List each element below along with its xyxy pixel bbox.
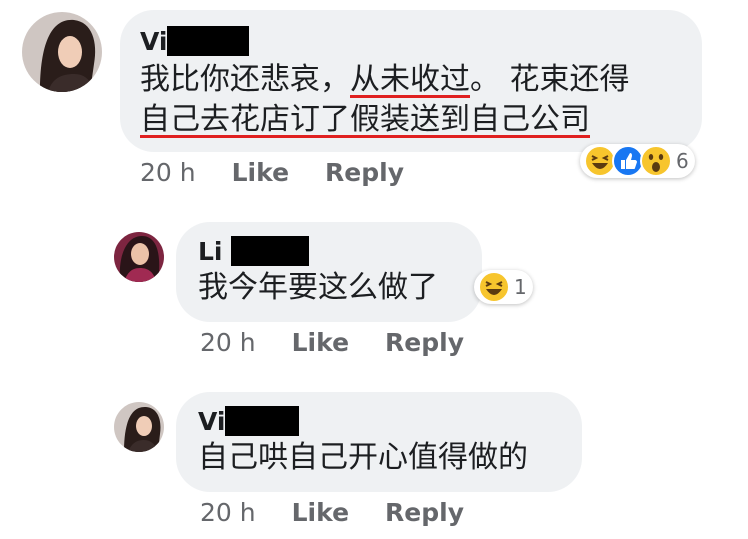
comment-text: 我比你还悲哀，从未收过。 花束还得	[140, 60, 630, 100]
avatar[interactable]	[22, 12, 102, 92]
comment-author[interactable]: Vi	[198, 406, 300, 436]
timestamp[interactable]: 20 h	[200, 328, 256, 357]
like-button[interactable]: Like	[232, 158, 289, 187]
author-name[interactable]: Vi	[140, 27, 167, 56]
wow-icon	[640, 145, 672, 177]
reaction-summary[interactable]: 1	[474, 270, 533, 304]
like-button[interactable]: Like	[292, 498, 349, 527]
comment-text-line2: 自己去花店订了假装送到自己公司	[140, 102, 590, 137]
comment-text-part: 我比你还悲哀，	[140, 62, 350, 97]
reaction-count: 6	[676, 149, 689, 173]
avatar[interactable]	[114, 232, 164, 282]
comment-author[interactable]: Vi	[140, 26, 250, 56]
comment-author[interactable]: Li	[198, 236, 309, 266]
reply-button[interactable]: Reply	[385, 498, 464, 527]
timestamp[interactable]: 20 h	[200, 498, 256, 527]
reply-button[interactable]: Reply	[325, 158, 404, 187]
reply-button[interactable]: Reply	[385, 328, 464, 357]
avatar[interactable]	[114, 402, 164, 452]
comment-text-part: 。 花束还得	[470, 62, 630, 97]
underlined-text: 从未收过	[350, 62, 470, 97]
comment-actions: 20 h Like Reply	[200, 328, 464, 357]
like-button[interactable]: Like	[292, 328, 349, 357]
timestamp[interactable]: 20 h	[140, 158, 196, 187]
redaction-block	[230, 236, 309, 266]
redaction-block	[225, 406, 300, 436]
author-name[interactable]: Vi	[198, 407, 225, 436]
comment-thread: Vi 我比你还悲哀，从未收过。 花束还得 自己去花店订了假装送到自己公司 6 2…	[0, 0, 748, 539]
comment-text: 我今年要这么做了	[198, 270, 438, 305]
comment-text: 自己哄自己开心值得做的	[198, 440, 528, 475]
comment-actions: 20 h Like Reply	[140, 158, 404, 187]
haha-icon	[478, 271, 510, 303]
redaction-block	[167, 26, 250, 56]
reaction-count: 1	[514, 275, 527, 299]
reaction-summary[interactable]: 6	[580, 144, 695, 178]
author-name[interactable]: Li	[198, 237, 223, 266]
comment-actions: 20 h Like Reply	[200, 498, 464, 527]
